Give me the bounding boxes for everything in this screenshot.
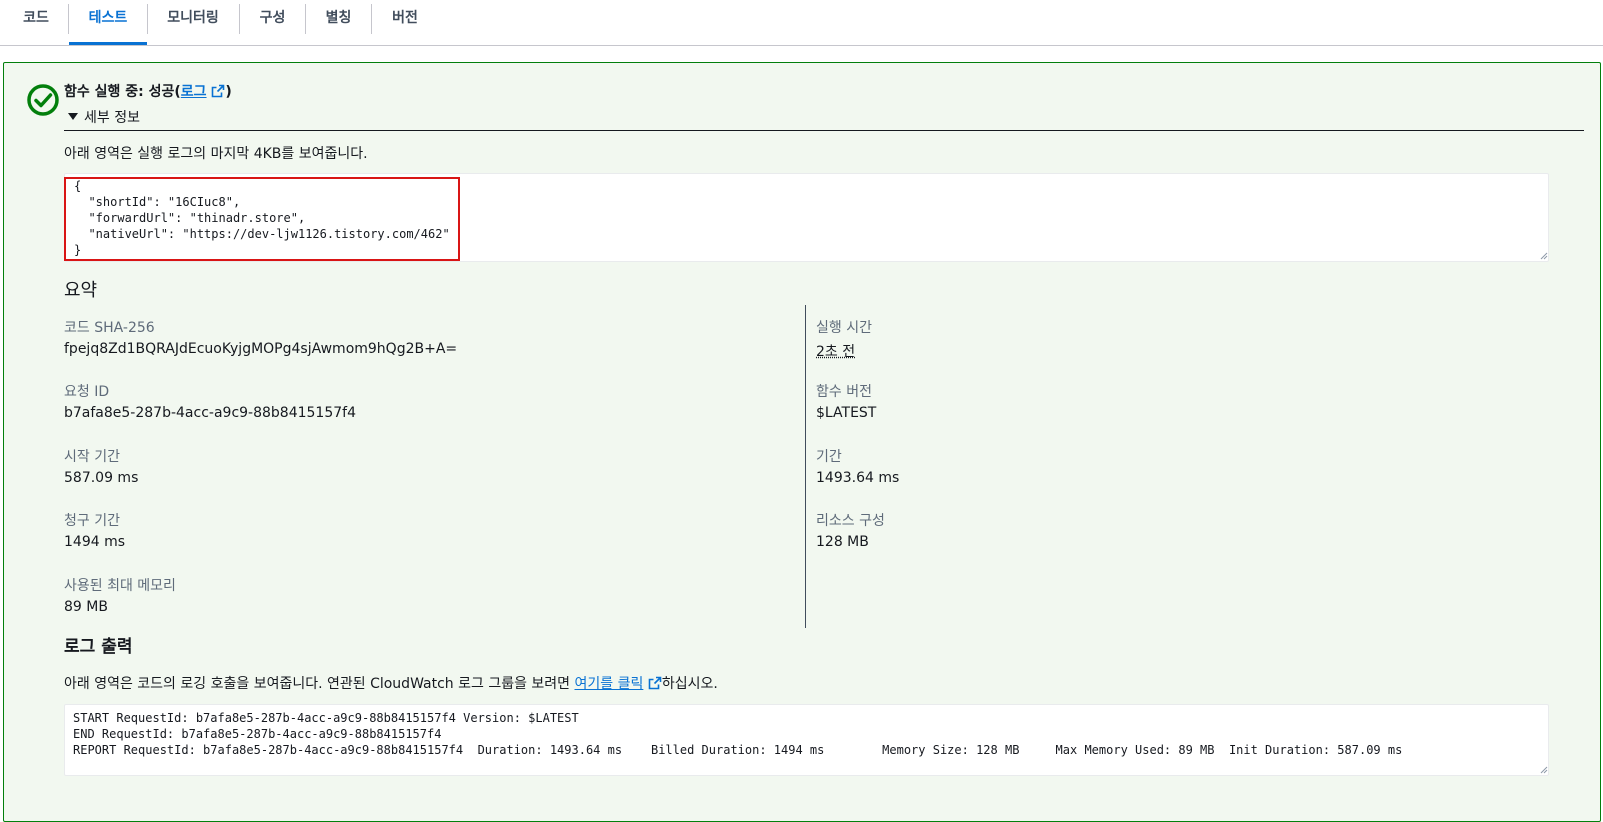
tab-code[interactable]: 코드 [8, 0, 64, 45]
init-duration-label: 시작 기간 [64, 449, 120, 465]
billed-duration-value: 1494 ms [64, 534, 126, 550]
tab-test[interactable]: 테스트 [69, 0, 147, 45]
init-duration-value: 587.09 ms [64, 470, 139, 486]
log-output-title: 로그 출력 [64, 637, 133, 657]
code-sha256-label: 코드 SHA-256 [64, 320, 155, 336]
status-title-text: 함수 실행 중: 성공( [64, 84, 181, 100]
external-link-icon[interactable] [648, 676, 662, 690]
code-sha256-value: fpejq8Zd1BQRAJdEcuoKyjgMOPg4sjAwmom9hQg2… [64, 341, 458, 357]
tab-monitoring[interactable]: 모니터링 [148, 0, 238, 45]
tab-versions[interactable]: 버전 [372, 0, 438, 45]
log-output-text[interactable]: START RequestId: b7afa8e5-287b-4acc-a9c9… [64, 704, 1549, 776]
tab-aliases[interactable]: 별칭 [306, 0, 371, 45]
status-title-close: ) [225, 84, 232, 100]
execution-time-value[interactable]: 2초 전 [816, 341, 855, 361]
duration-label: 기간 [816, 449, 842, 465]
max-memory-label: 사용된 최대 메모리 [64, 578, 176, 594]
details-toggle[interactable]: 세부 정보 [68, 107, 140, 127]
column-divider [805, 305, 806, 628]
success-check-circle-icon [27, 84, 59, 116]
tab-bar: 코드 테스트 모니터링 구성 별칭 버전 [0, 0, 1603, 46]
cloudwatch-link[interactable]: 여기를 클릭 [575, 676, 644, 692]
log-output-desc-text: 아래 영역은 코드의 로깅 호출을 보여줍니다. 연관된 CloudWatch … [64, 676, 575, 692]
tab-configuration[interactable]: 구성 [240, 0, 305, 45]
external-link-icon[interactable] [211, 84, 225, 98]
function-version-value: $LATEST [816, 405, 877, 421]
details-description: 아래 영역은 실행 로그의 마지막 4KB를 보여줍니다. [64, 146, 368, 162]
resources-configured-label: 리소스 구성 [816, 513, 885, 529]
max-memory-value: 89 MB [64, 599, 108, 615]
highlight-box [64, 177, 460, 261]
billed-duration-label: 청구 기간 [64, 513, 120, 529]
resources-configured-value: 128 MB [816, 534, 869, 550]
resize-grip-icon[interactable] [1540, 252, 1548, 260]
request-id-value: b7afa8e5-287b-4acc-a9c9-88b8415157f4 [64, 405, 356, 421]
status-title: 함수 실행 중: 성공(로그 ) [64, 81, 232, 101]
duration-value: 1493.64 ms [816, 470, 900, 486]
request-id-label: 요청 ID [64, 384, 110, 400]
log-output-desc-suffix: 하십시오. [661, 676, 718, 692]
execution-time-label: 실행 시간 [816, 320, 872, 336]
caret-down-icon [68, 113, 78, 120]
resize-grip-icon[interactable] [1540, 766, 1548, 774]
log-output-description: 아래 영역은 코드의 로깅 호출을 보여줍니다. 연관된 CloudWatch … [64, 673, 718, 693]
details-toggle-label: 세부 정보 [84, 110, 140, 126]
function-version-label: 함수 버전 [816, 384, 872, 400]
details-divider [64, 130, 1584, 131]
log-link[interactable]: 로그 [181, 84, 207, 100]
execution-result-panel: 함수 실행 중: 성공(로그 ) 세부 정보 아래 영역은 실행 로그의 마지막… [3, 62, 1601, 822]
summary-title: 요약 [64, 280, 98, 301]
